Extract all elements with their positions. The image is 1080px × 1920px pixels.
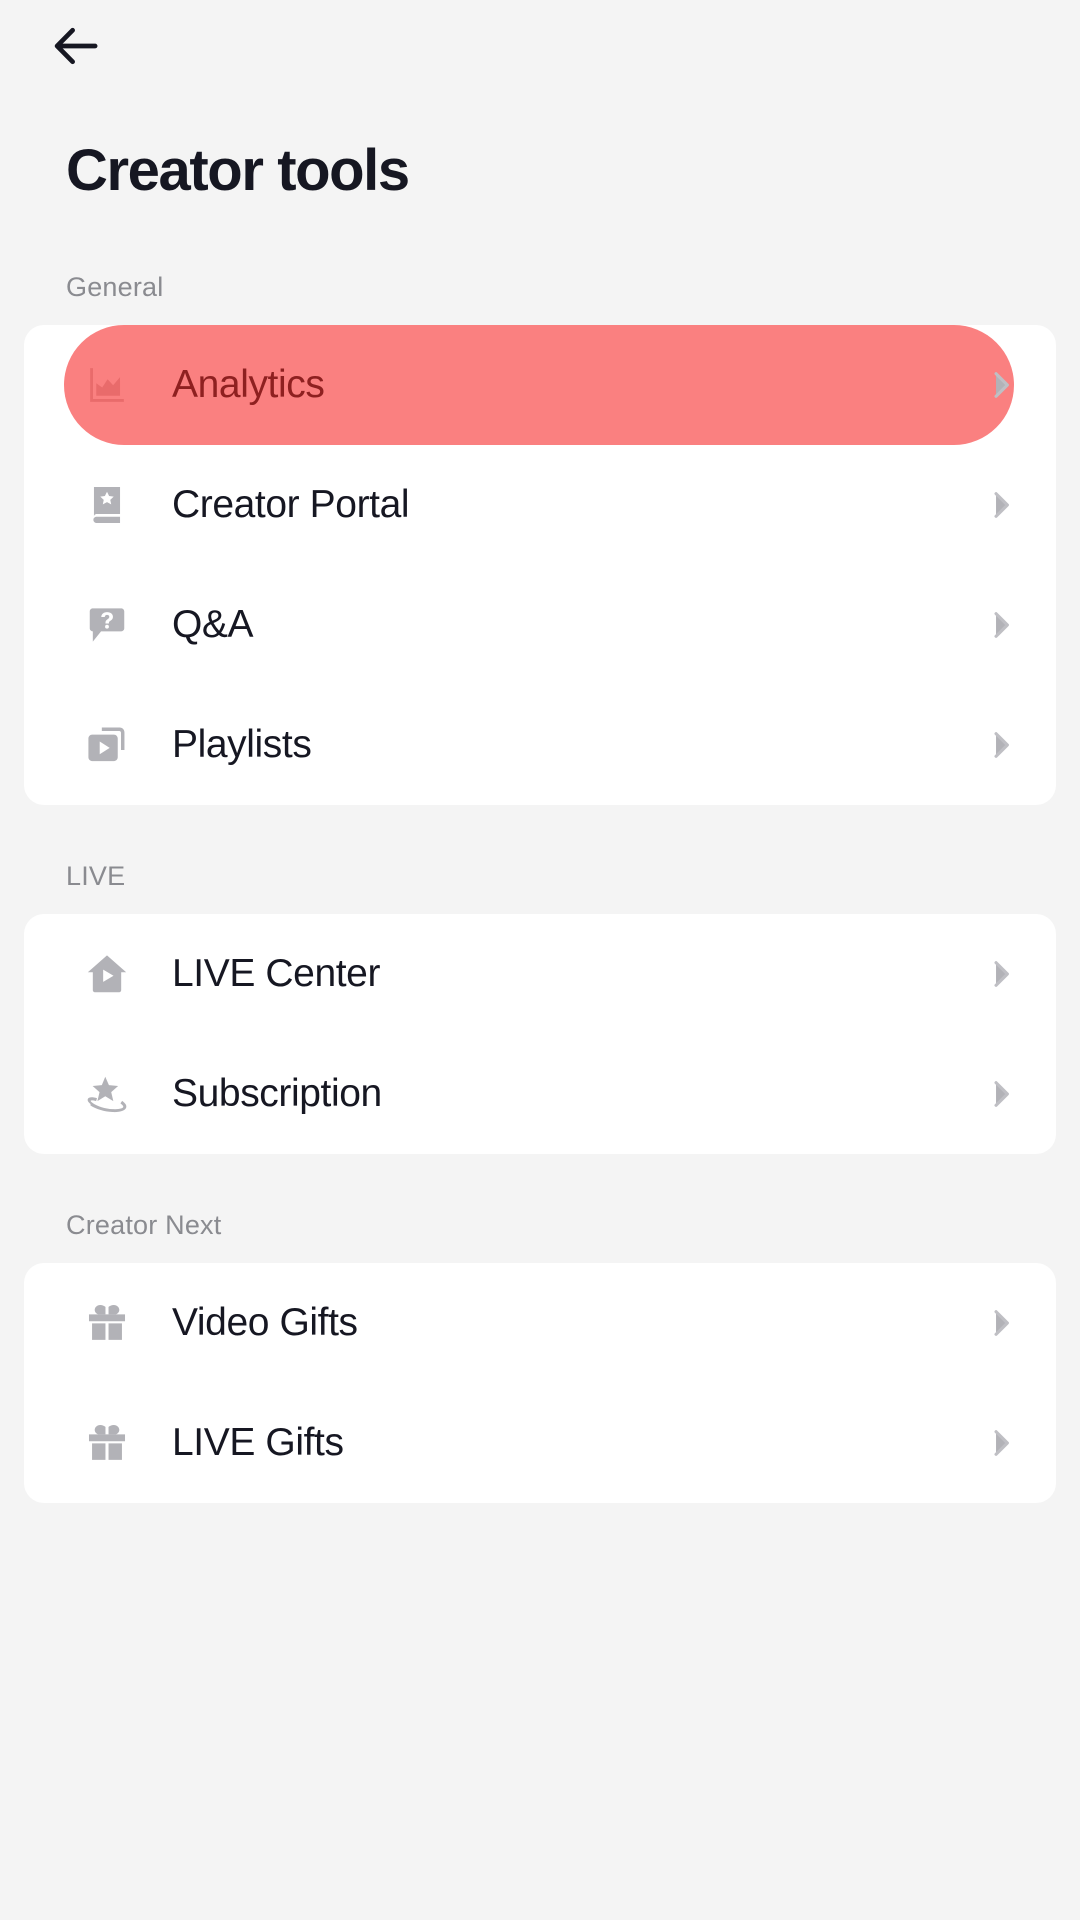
list-item-label: Analytics xyxy=(172,363,325,406)
list-item-content: Analytics xyxy=(64,325,1014,445)
house-play-icon xyxy=(84,951,130,997)
section-label: Creator Next xyxy=(66,1210,222,1240)
list-item-playlists[interactable]: Playlists xyxy=(24,685,1056,805)
chart-analytics-icon xyxy=(84,362,130,408)
book-star-icon xyxy=(84,482,130,528)
list-item-label: Video Gifts xyxy=(172,1301,358,1344)
list-item-content: Creator Portal xyxy=(64,445,1022,565)
sections-container: General Analytics Creator Portal Q&A Pla… xyxy=(0,272,1080,1503)
gift-box-icon xyxy=(84,1420,130,1466)
list-item-creator-portal[interactable]: Creator Portal xyxy=(24,445,1056,565)
list-item-label: Q&A xyxy=(172,603,254,646)
list-item-content: Playlists xyxy=(64,685,1022,805)
list-item-content: Video Gifts xyxy=(64,1263,1022,1383)
chevron-right-icon[interactable] xyxy=(984,608,1018,642)
list-item-content: Subscription xyxy=(64,1034,1022,1154)
section-label: General xyxy=(66,272,164,302)
gift-box-icon xyxy=(84,1300,130,1346)
page-title: Creator tools xyxy=(66,138,410,203)
chevron-right-icon[interactable] xyxy=(984,1426,1018,1460)
back-button[interactable] xyxy=(40,12,112,84)
list-item-analytics[interactable]: Analytics xyxy=(24,325,1056,445)
top-bar xyxy=(0,0,1080,96)
list-item-content: Q&A xyxy=(64,565,1022,685)
chevron-right-icon[interactable] xyxy=(984,1306,1018,1340)
section-creator-next: Creator Next Video Gifts LIVE Gifts xyxy=(0,1210,1080,1503)
list-item-label: Playlists xyxy=(172,723,312,766)
list-item-live-center[interactable]: LIVE Center xyxy=(24,914,1056,1034)
section-card: LIVE Center Subscription xyxy=(24,914,1056,1154)
chevron-right-icon[interactable] xyxy=(984,368,1018,402)
section-live: LIVE LIVE Center Subscription xyxy=(0,861,1080,1154)
section-card: Video Gifts LIVE Gifts xyxy=(24,1263,1056,1503)
list-item-label: Creator Portal xyxy=(172,483,410,526)
creator-tools-screen: Creator tools General Analytics Creator … xyxy=(0,0,1080,1920)
chevron-right-icon[interactable] xyxy=(984,1077,1018,1111)
list-item-q-a[interactable]: Q&A xyxy=(24,565,1056,685)
section-general: General Analytics Creator Portal Q&A Pla… xyxy=(0,272,1080,805)
chevron-right-icon[interactable] xyxy=(984,488,1018,522)
list-item-subscription[interactable]: Subscription xyxy=(24,1034,1056,1154)
section-card: Analytics Creator Portal Q&A Playlists xyxy=(24,325,1056,805)
list-item-content: LIVE Center xyxy=(64,914,1022,1034)
section-label: LIVE xyxy=(66,861,126,891)
question-bubble-icon xyxy=(84,602,130,648)
list-item-live-gifts[interactable]: LIVE Gifts xyxy=(24,1383,1056,1503)
list-item-label: LIVE Gifts xyxy=(172,1421,344,1464)
list-item-label: Subscription xyxy=(172,1072,382,1115)
list-item-label: LIVE Center xyxy=(172,952,381,995)
playlist-play-icon xyxy=(84,722,130,768)
chevron-right-icon[interactable] xyxy=(984,957,1018,991)
list-item-content: LIVE Gifts xyxy=(64,1383,1022,1503)
list-item-video-gifts[interactable]: Video Gifts xyxy=(24,1263,1056,1383)
arrow-left-icon xyxy=(49,19,103,78)
planet-star-icon xyxy=(84,1071,130,1117)
chevron-right-icon[interactable] xyxy=(984,728,1018,762)
